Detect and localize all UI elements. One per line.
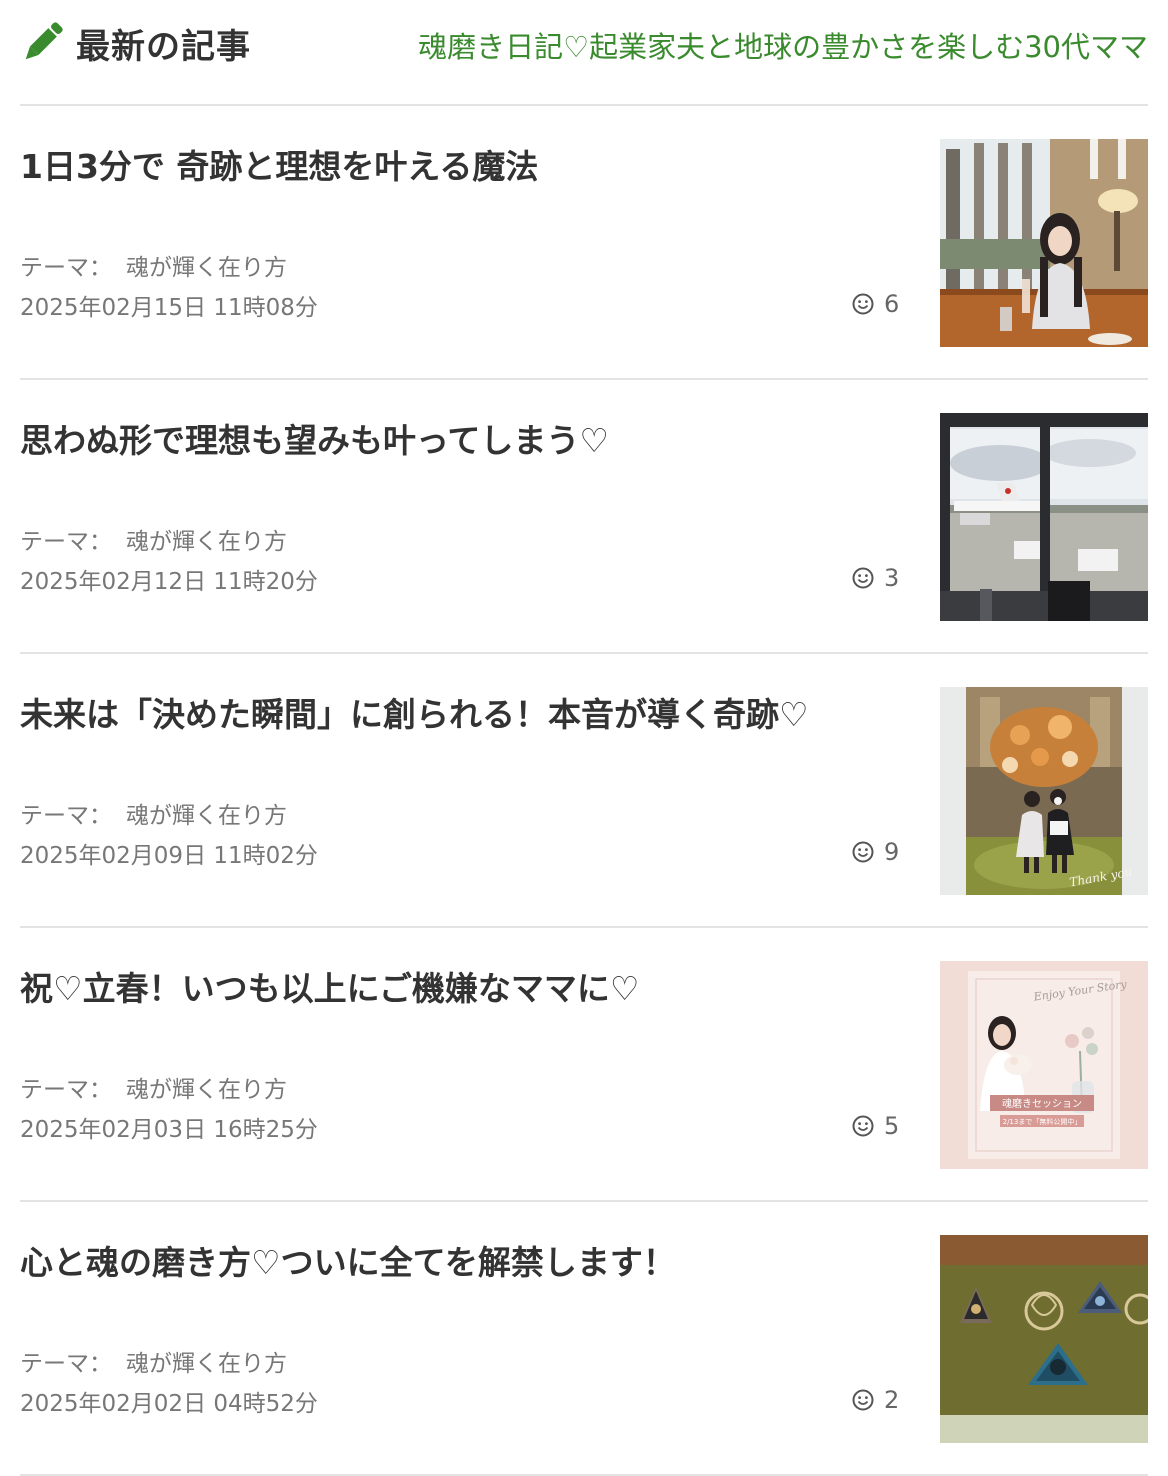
two-women-flower-display-photo: Thank you bbox=[940, 687, 1148, 895]
article-thumbnail[interactable]: Enjoy Your Story 魂磨きセッション 2/13まで「無料公開中」 bbox=[940, 961, 1148, 1169]
like-count[interactable]: 9 bbox=[852, 838, 899, 866]
like-count[interactable]: 2 bbox=[852, 1386, 899, 1414]
article-date: 2025年02月12日 11時20分 bbox=[20, 569, 318, 595]
section-title-group: 最新の記事 bbox=[20, 18, 251, 68]
theme-link[interactable]: 魂が輝く在り方 bbox=[126, 1077, 287, 1103]
article-theme: テーマ： 魂が輝く在り方 bbox=[20, 796, 287, 830]
smile-icon bbox=[852, 1389, 874, 1411]
woman-at-hotel-lounge-photo bbox=[940, 139, 1148, 347]
article-theme: テーマ： 魂が輝く在り方 bbox=[20, 1344, 287, 1378]
article-item[interactable]: 未来は「決めた瞬間」に創られる！本音が導く奇跡♡ テーマ： 魂が輝く在り方 202… bbox=[20, 654, 1148, 928]
article-date: 2025年02月09日 11時02分 bbox=[20, 843, 318, 869]
like-number: 9 bbox=[884, 838, 900, 866]
article-item[interactable]: 思わぬ形で理想も望みも叶ってしまう♡ テーマ： 魂が輝く在り方 2025年02月1… bbox=[20, 380, 1148, 654]
blog-title-link[interactable]: 魂磨き日記♡起業家夫と地球の豊かさを楽しむ30代ママ bbox=[418, 24, 1148, 66]
smile-icon bbox=[852, 567, 874, 589]
smile-icon bbox=[852, 841, 874, 863]
airport-window-airplane-photo bbox=[940, 413, 1148, 621]
theme-link[interactable]: 魂が輝く在り方 bbox=[126, 1351, 287, 1377]
like-number: 5 bbox=[884, 1112, 900, 1140]
article-item[interactable]: 1日3分で 奇跡と理想を叶える魔法 テーマ： 魂が輝く在り方 2025年02月15… bbox=[20, 106, 1148, 380]
soul-polishing-session-flyer: Enjoy Your Story 魂磨きセッション 2/13まで「無料公開中」 bbox=[940, 961, 1148, 1169]
article-title[interactable]: 祝♡立春！いつも以上にご機嫌なママに♡ bbox=[20, 962, 900, 1010]
article-thumbnail[interactable] bbox=[940, 1235, 1148, 1443]
article-title[interactable]: 心と魂の磨き方♡ついに全てを解禁します！ bbox=[20, 1236, 900, 1284]
flyer-banner-text: 魂磨きセッション bbox=[1002, 1097, 1082, 1110]
like-count[interactable]: 5 bbox=[852, 1112, 899, 1140]
like-number: 6 bbox=[884, 290, 900, 318]
orgonite-crystals-on-cloth-photo bbox=[940, 1235, 1148, 1443]
article-theme: テーマ： 魂が輝く在り方 bbox=[20, 522, 287, 556]
theme-label: テーマ： bbox=[20, 1077, 112, 1103]
article-date: 2025年02月15日 11時08分 bbox=[20, 295, 318, 321]
article-title[interactable]: 1日3分で 奇跡と理想を叶える魔法 bbox=[20, 140, 900, 188]
article-thumbnail[interactable]: Thank you bbox=[940, 687, 1148, 895]
like-number: 2 bbox=[884, 1386, 900, 1414]
theme-label: テーマ： bbox=[20, 1351, 112, 1377]
pencil-icon bbox=[25, 22, 63, 60]
article-date: 2025年02月02日 04時52分 bbox=[20, 1391, 318, 1417]
smile-icon bbox=[852, 293, 874, 315]
article-theme: テーマ： 魂が輝く在り方 bbox=[20, 1070, 287, 1104]
article-item[interactable]: 心と魂の磨き方♡ついに全てを解禁します！ テーマ： 魂が輝く在り方 2025年02… bbox=[20, 1202, 1148, 1476]
theme-label: テーマ： bbox=[20, 529, 112, 555]
article-item[interactable]: 祝♡立春！いつも以上にご機嫌なママに♡ テーマ： 魂が輝く在り方 2025年02月… bbox=[20, 928, 1148, 1202]
article-thumbnail[interactable] bbox=[940, 413, 1148, 621]
theme-label: テーマ： bbox=[20, 255, 112, 281]
smile-icon bbox=[852, 1115, 874, 1137]
theme-link[interactable]: 魂が輝く在り方 bbox=[126, 529, 287, 555]
like-count[interactable]: 3 bbox=[852, 564, 899, 592]
theme-link[interactable]: 魂が輝く在り方 bbox=[126, 255, 287, 281]
theme-link[interactable]: 魂が輝く在り方 bbox=[126, 803, 287, 829]
article-date: 2025年02月03日 16時25分 bbox=[20, 1117, 318, 1143]
theme-label: テーマ： bbox=[20, 803, 112, 829]
like-number: 3 bbox=[884, 564, 900, 592]
like-count[interactable]: 6 bbox=[852, 290, 899, 318]
section-title: 最新の記事 bbox=[76, 26, 251, 67]
article-thumbnail[interactable] bbox=[940, 139, 1148, 347]
flyer-note-text: 2/13まで「無料公開中」 bbox=[1003, 1117, 1082, 1126]
article-title[interactable]: 未来は「決めた瞬間」に創られる！本音が導く奇跡♡ bbox=[20, 688, 900, 736]
article-title[interactable]: 思わぬ形で理想も望みも叶ってしまう♡ bbox=[20, 414, 900, 462]
article-theme: テーマ： 魂が輝く在り方 bbox=[20, 248, 287, 282]
section-header: 最新の記事 魂磨き日記♡起業家夫と地球の豊かさを楽しむ30代ママ bbox=[20, 0, 1148, 106]
